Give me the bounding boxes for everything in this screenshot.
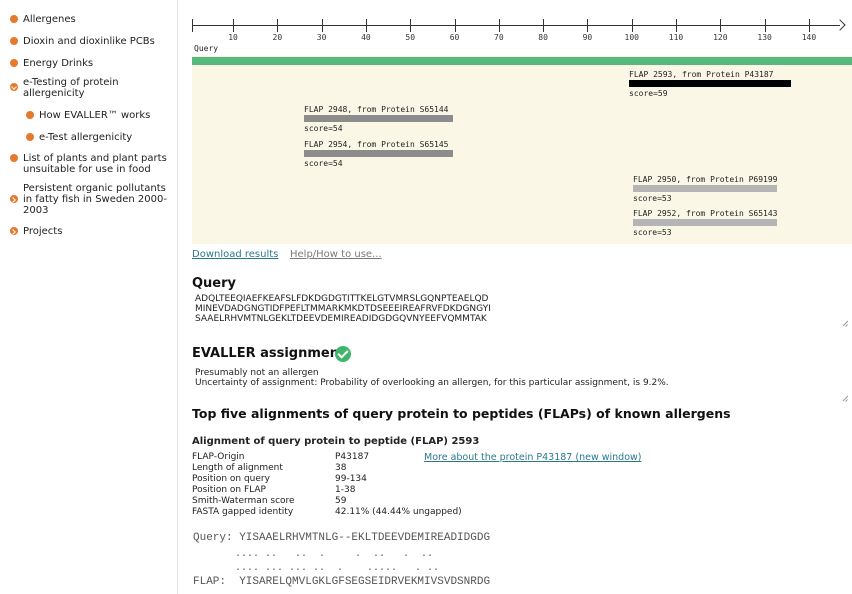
sidebar-item-label: Allergenes bbox=[23, 14, 76, 25]
assignment-heading: EVALLER assignment bbox=[192, 346, 346, 361]
checkmark-icon bbox=[335, 346, 351, 362]
ruler-tick bbox=[454, 19, 456, 32]
detail-key: Smith-Waterman score bbox=[192, 496, 295, 506]
ruler-tick bbox=[410, 19, 412, 32]
sidebar-item-label: Persistent organic pollutants in fatty f… bbox=[23, 183, 167, 216]
detail-value: 59 bbox=[335, 496, 347, 506]
flap-bar[interactable] bbox=[304, 115, 453, 122]
detail-key: FLAP-Origin bbox=[192, 452, 245, 462]
detail-value: 1-38 bbox=[335, 485, 356, 495]
sidebar-item-label: Dioxin and dioxinlike PCBs bbox=[23, 36, 155, 47]
more-about-protein-link[interactable]: More about the protein P43187 (new windo… bbox=[424, 452, 641, 463]
ruler-tick-label: 50 bbox=[405, 33, 416, 42]
assignment-textarea[interactable]: Presumably not an allergen Uncertainty o… bbox=[195, 368, 669, 388]
alignment-flap-line: FLAP: YISARELQMVLGKLGFSEGSEIDRVEKMIVSVDS… bbox=[193, 576, 491, 588]
ruler-tick bbox=[277, 19, 279, 32]
detail-value: 42.11% (44.44% ungapped) bbox=[335, 507, 462, 517]
query-heading: Query bbox=[192, 276, 237, 291]
ruler-tick bbox=[321, 19, 323, 32]
flap-bar[interactable] bbox=[633, 219, 777, 226]
flap-bar[interactable] bbox=[629, 80, 791, 87]
sidebar-divider bbox=[177, 0, 178, 594]
flap-score: score=54 bbox=[304, 124, 343, 133]
detail-key: FASTA gapped identity bbox=[192, 507, 294, 517]
bullet-icon bbox=[26, 111, 34, 119]
ruler-tick-label: 30 bbox=[316, 33, 327, 42]
detail-key: Position on query bbox=[192, 474, 270, 484]
flap-label[interactable]: FLAP 2948, from Protein S65144 bbox=[304, 105, 449, 114]
resize-handle-icon[interactable] bbox=[842, 320, 848, 326]
detail-value: P43187 bbox=[335, 452, 370, 462]
ruler-tick-label: 120 bbox=[713, 33, 728, 42]
flap-label[interactable]: FLAP 2593, from Protein P43187 bbox=[629, 70, 774, 79]
ruler-axis-line bbox=[192, 25, 840, 26]
ruler-tick bbox=[543, 19, 545, 32]
detail-key: Length of alignment bbox=[192, 463, 283, 473]
detail-value: 99-134 bbox=[335, 474, 367, 484]
download-results-link[interactable]: Download results bbox=[192, 249, 278, 260]
ruler-tick-label: 90 bbox=[582, 33, 593, 42]
query-bar bbox=[192, 57, 852, 65]
ruler-tick-label: 100 bbox=[624, 33, 639, 42]
flap-score: score=54 bbox=[304, 159, 343, 168]
alignments-heading: Top five alignments of query protein to … bbox=[192, 406, 731, 421]
alignment-match-line: .... ... ... .. . ..... . .. bbox=[193, 563, 440, 574]
ruler-tick bbox=[631, 19, 633, 32]
ruler-tick-label: 20 bbox=[272, 33, 283, 42]
flap-score: score=53 bbox=[633, 194, 672, 203]
sidebar-item-label: Energy Drinks bbox=[23, 58, 94, 69]
flap-bar[interactable] bbox=[304, 150, 453, 157]
query-sequence-textarea[interactable]: ADQLTEEQIAEFKEAFSLFDKDGDGTITTKELGTVMRSLG… bbox=[195, 294, 491, 324]
ruler-tick-label: 70 bbox=[494, 33, 504, 42]
collapsed-chevron-icon bbox=[10, 227, 18, 235]
ruler-tick-label: 40 bbox=[361, 33, 371, 42]
flap-score: score=59 bbox=[629, 89, 668, 98]
ruler-tick bbox=[808, 19, 810, 32]
collapsed-chevron-icon bbox=[10, 195, 18, 203]
flap-bar[interactable] bbox=[633, 185, 777, 192]
bullet-icon bbox=[10, 154, 18, 162]
flap-label[interactable]: FLAP 2950, from Protein P69199 bbox=[633, 175, 778, 184]
ruler-tick bbox=[192, 19, 193, 32]
ruler-tick-label: 110 bbox=[668, 33, 684, 42]
expanded-chevron-icon bbox=[10, 83, 18, 91]
sidebar-item-label: e-Testing of protein allergenicity bbox=[23, 77, 119, 99]
sidebar-item-label: e-Test allergenicity bbox=[39, 132, 133, 143]
alignment-title: Alignment of query protein to peptide (F… bbox=[192, 436, 480, 447]
sidebar: Allergenes Dioxin and dioxinlike PCBs En… bbox=[0, 0, 176, 594]
ruler-tick bbox=[720, 19, 722, 32]
detail-key: Position on FLAP bbox=[192, 485, 266, 495]
bullet-icon bbox=[10, 59, 18, 67]
sidebar-item-label: List of plants and plant parts unsuitabl… bbox=[23, 153, 167, 175]
ruler-tick bbox=[587, 19, 589, 32]
ruler-tick bbox=[233, 19, 234, 32]
position-ruler: 10 20 30 40 50 60 70 80 90 100 110 120 130 140 Query bbox=[192, 0, 852, 56]
ruler-tick-label: 10 bbox=[228, 33, 238, 42]
ruler-tick-label: 130 bbox=[757, 33, 772, 42]
ruler-tick bbox=[365, 19, 367, 32]
bullet-icon bbox=[26, 133, 34, 141]
ruler-tick-label: 140 bbox=[801, 33, 817, 42]
bullet-icon bbox=[10, 15, 18, 23]
sidebar-item-label: How EVALLER™ works bbox=[39, 110, 151, 121]
ruler-tick-label: 80 bbox=[538, 33, 548, 42]
sidebar-item-label: Projects bbox=[23, 226, 63, 237]
bullet-icon bbox=[10, 37, 18, 45]
help-link[interactable]: Help/How to use... bbox=[290, 249, 382, 260]
ruler-tick bbox=[764, 19, 766, 32]
query-track-label: Query bbox=[194, 44, 219, 53]
flap-score: score=53 bbox=[633, 228, 672, 237]
ruler-tick bbox=[676, 19, 677, 32]
alignment-match-line: .... .. .. . . .. . .. bbox=[193, 549, 434, 560]
ruler-tick bbox=[498, 19, 500, 32]
alignment-query-line: Query: YISAAELRHVMTNLG--EKLTDEEVDEMIREAD… bbox=[193, 532, 491, 544]
flap-label[interactable]: FLAP 2952, from Protein S65143 bbox=[633, 209, 778, 218]
ruler-arrow-icon bbox=[834, 19, 846, 31]
flap-label[interactable]: FLAP 2954, from Protein S65145 bbox=[304, 140, 449, 149]
resize-handle-icon[interactable] bbox=[842, 395, 848, 401]
detail-value: 38 bbox=[335, 463, 347, 473]
ruler-tick-label: 60 bbox=[449, 33, 460, 42]
